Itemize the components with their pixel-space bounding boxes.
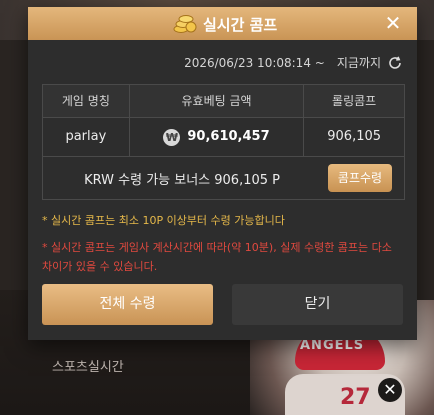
cell-bet-amount: ₩90,610,457 [128,118,305,156]
column-header-rolling-comp: 롤링콤프 [304,85,404,117]
comp-table: 게임 명칭 유효베팅 금액 롤링콤프 parlay ₩90,610,457 90… [42,84,405,200]
close-icon[interactable]: ✕ [383,13,403,33]
gold-coins-icon [173,15,197,33]
timestamp-row: 2026/06/23 10:08:14 ~ 지금까지 [184,54,403,71]
bonus-text: KRW 수령 가능 보너스 906,105 P [84,172,280,188]
won-coin-icon: ₩ [163,128,181,146]
claim-comp-button[interactable]: 콤프수령 [328,164,392,192]
backdrop-jersey-number: 27 [340,385,371,410]
min-claim-note: * 실시간 콤프는 최소 10P 이상부터 수령 가능합니다 [42,214,285,227]
column-header-game: 게임 명칭 [43,85,129,117]
table-row: parlay ₩90,610,457 906,105 [43,118,404,157]
timing-warning-note: * 실시간 콤프는 게임사 계산시간에 따라(약 10분), 실제 수령한 콤프… [42,241,392,273]
comp-popup: 실시간 콤프 ✕ 2026/06/23 10:08:14 ~ 지금까지 게임 명… [28,7,417,340]
bet-amount-value: 90,610,457 [187,129,270,144]
table-header-row: 게임 명칭 유효베팅 금액 롤링콤프 [43,85,404,118]
timestamp-suffix: 지금까지 [336,56,381,70]
backdrop-cap-text: ANGELS [300,338,365,353]
popup-header: 실시간 콤프 ✕ [28,7,417,40]
timestamp: 2026/06/23 10:08:14 ~ [184,55,325,70]
refresh-icon[interactable] [387,55,403,71]
bonus-row: KRW 수령 가능 보너스 906,105 P 콤프수령 [43,157,404,199]
claim-all-button[interactable]: 전체 수령 [42,284,213,325]
column-header-bet-amount: 유효베팅 금액 [128,85,305,117]
cell-rolling-comp: 906,105 [327,129,382,144]
close-button[interactable]: 닫기 [232,284,403,325]
backdrop-close-icon[interactable]: ✕ [378,378,402,402]
backdrop-caption: 스포츠실시간 [52,360,124,375]
popup-title: 실시간 콤프 [203,16,278,34]
cell-game: parlay [65,129,107,144]
